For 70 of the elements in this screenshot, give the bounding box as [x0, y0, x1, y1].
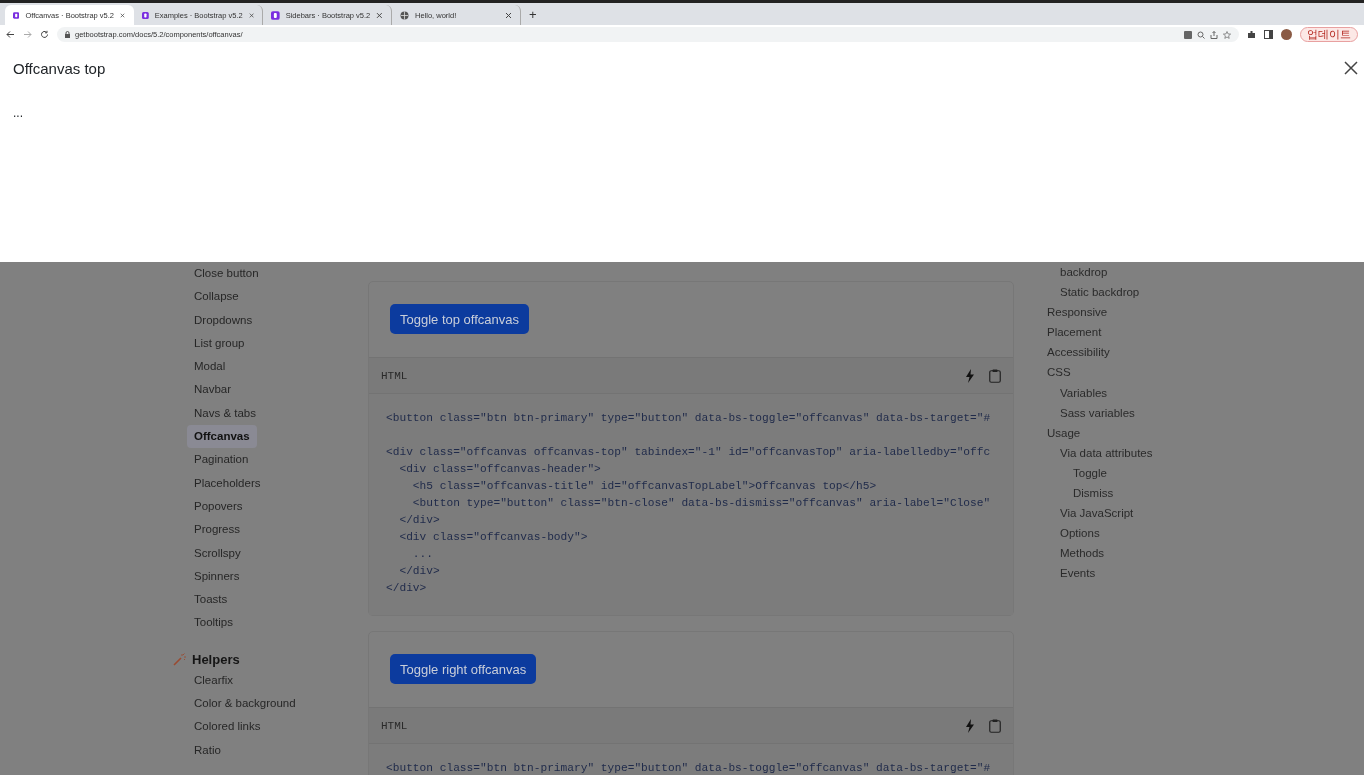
sidebar-link[interactable]: Dropdowns	[187, 308, 260, 332]
code-block: <button class="btn btn-primary" type="button" data-bs-toggle="offcanvas" data-bs-target="# <div class="offcanvas offcanvas-top" tabindex="-1" id="offcanvasTop" aria-labelledby="offc <div class="offcanvas-header"> <h5 class="offcanvas-title" id="offcanvasTopLabel">Offcanvas top</h5> <button type="button" class="btn-close" data-bs-dismiss="offcanvas" aria-label="Close" </div> <div class="offcanvas-body"> ... </div> </div>	[369, 394, 1013, 615]
sidebar-link[interactable]: Spinners	[187, 564, 247, 589]
favicon-icon	[13, 10, 20, 20]
toc-link[interactable]: Via data attributes	[1060, 442, 1153, 463]
update-button[interactable]: 업데이트	[1300, 27, 1358, 42]
toc-link[interactable]: backdrop	[1060, 262, 1108, 283]
sidebar-link[interactable]: Color & background	[187, 692, 303, 716]
sidebar-link[interactable]: Colored links	[187, 715, 268, 739]
toc-link[interactable]: Responsive	[1047, 302, 1108, 323]
toc-link[interactable]: Static backdrop	[1060, 282, 1140, 303]
toc-link[interactable]: Sass variables	[1060, 402, 1135, 423]
sidebar-link[interactable]: List group	[187, 331, 252, 356]
toc-link[interactable]: Usage	[1047, 422, 1081, 443]
toc-link[interactable]: Dismiss	[1073, 483, 1114, 504]
toc-link[interactable]: Toggle	[1073, 462, 1107, 484]
lightning-icon[interactable]	[965, 368, 975, 383]
offcanvas-body-text: ...	[13, 106, 24, 120]
sidebar-link[interactable]: Modal	[187, 355, 233, 379]
globe-icon	[400, 10, 409, 20]
sidebar-link[interactable]: Navs & tabs	[187, 401, 263, 426]
toc-link[interactable]: Options	[1060, 523, 1100, 544]
clipboard-icon[interactable]	[989, 718, 1001, 733]
sidebar-heading: Helpers	[192, 651, 240, 667]
close-icon[interactable]	[248, 11, 254, 19]
toc-link[interactable]: CSS	[1047, 362, 1071, 383]
toc-link[interactable]: Methods	[1060, 543, 1105, 564]
close-icon[interactable]	[120, 11, 125, 19]
toc-link[interactable]: Placement	[1047, 322, 1102, 343]
star-icon[interactable]	[1223, 30, 1231, 39]
sidebar-link[interactable]: Placeholders	[187, 471, 268, 495]
offcanvas-title: Offcanvas top	[13, 60, 107, 78]
side-panel-icon[interactable]	[1264, 30, 1273, 39]
code-block: <button class="btn btn-primary" type="button" data-bs-toggle="offcanvas" data-bs-target="#	[369, 744, 1013, 775]
toc-link[interactable]: Variables	[1060, 382, 1108, 403]
sidebar-link[interactable]: Offcanvas	[187, 425, 257, 449]
toc-link[interactable]: Events	[1060, 563, 1096, 584]
clipboard-icon[interactable]	[989, 368, 1001, 383]
close-icon[interactable]	[376, 11, 383, 19]
sidebar-link[interactable]: Pagination	[187, 448, 256, 472]
magic-wand-icon	[173, 652, 186, 666]
lock-icon	[65, 31, 70, 38]
avatar-icon[interactable]	[1281, 29, 1292, 40]
sidebar-link[interactable]: Tooltips	[187, 611, 240, 635]
close-button[interactable]	[1343, 60, 1359, 76]
lightning-icon[interactable]	[965, 718, 975, 733]
code-language-label: HTML	[381, 369, 409, 382]
reload-icon[interactable]	[40, 30, 49, 39]
favicon-icon	[271, 10, 280, 20]
sidebar-link[interactable]: Collapse	[187, 285, 246, 309]
favicon-icon	[142, 10, 149, 20]
sidebar-link[interactable]: Ratio	[187, 738, 228, 762]
sidebar-link[interactable]: Popovers	[187, 494, 250, 519]
sidebar-link[interactable]: Navbar	[187, 378, 239, 402]
sidebar-link[interactable]: Scrollspy	[187, 541, 248, 565]
sidebar-link[interactable]: Close button	[187, 262, 266, 286]
back-icon[interactable]	[6, 30, 15, 39]
code-language-label: HTML	[381, 719, 409, 732]
toggle-button[interactable]: Toggle top offcanvas	[390, 304, 529, 334]
sidebar-link[interactable]: Progress	[187, 518, 248, 542]
puzzle-icon[interactable]	[1247, 30, 1256, 39]
sidebar-link[interactable]: Toasts	[187, 588, 235, 612]
toc-link[interactable]: Via JavaScript	[1060, 503, 1134, 524]
toc-link[interactable]: Accessibility	[1047, 342, 1110, 363]
close-icon[interactable]	[505, 11, 512, 19]
toggle-button[interactable]: Toggle right offcanvas	[390, 654, 537, 684]
share-icon[interactable]	[1210, 30, 1218, 39]
sidebar-link[interactable]: Clearfix	[187, 668, 240, 693]
new-tab-button[interactable]: +	[529, 6, 537, 22]
zoom-icon[interactable]	[1197, 30, 1205, 39]
